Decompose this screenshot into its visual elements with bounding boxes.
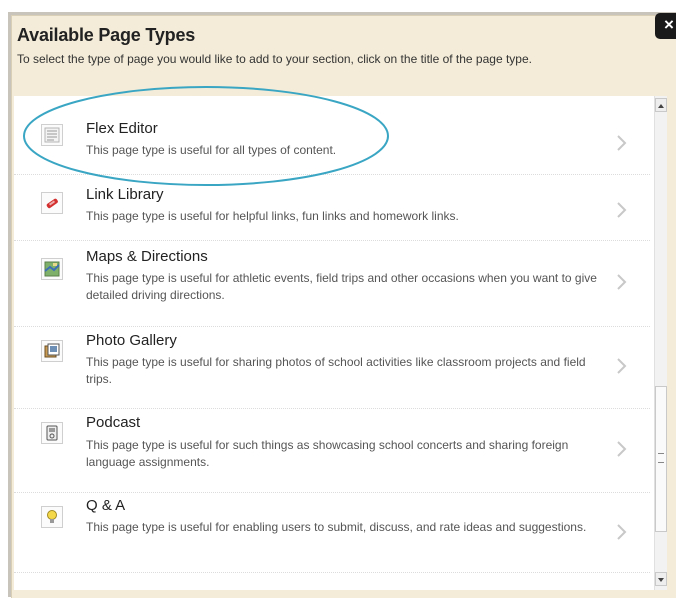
close-icon: × xyxy=(664,15,674,34)
podcast-player-icon xyxy=(41,422,63,444)
arrow-down-icon xyxy=(658,578,664,582)
page-type-description: This page type is useful for enabling us… xyxy=(86,520,587,534)
grip-icon xyxy=(658,453,664,463)
dialog-header: Available Page Types To select the type … xyxy=(17,25,657,66)
chevron-right-icon xyxy=(617,135,627,151)
page-type-description: This page type is useful for sharing pho… xyxy=(86,355,586,386)
page-type-title[interactable]: Q & A xyxy=(86,497,125,514)
page-type-description: This page type is useful for such things… xyxy=(86,438,569,469)
page-type-description: This page type is useful for helpful lin… xyxy=(86,209,459,223)
page-type-podcast[interactable]: Podcast This page type is useful for suc… xyxy=(14,408,650,493)
page-type-title[interactable]: Maps & Directions xyxy=(86,248,208,265)
page-type-title[interactable]: Podcast xyxy=(86,414,140,431)
red-link-icon xyxy=(41,192,63,214)
scrollbar-thumb[interactable] xyxy=(655,386,667,532)
page-type-description: This page type is useful for athletic ev… xyxy=(86,271,597,302)
dialog-title: Available Page Types xyxy=(17,25,196,45)
list-scrollbar[interactable] xyxy=(654,96,667,590)
arrow-up-icon xyxy=(658,104,664,108)
page-type-title[interactable]: Photo Gallery xyxy=(86,332,177,349)
scroll-down-button[interactable] xyxy=(655,572,667,586)
chevron-right-icon xyxy=(617,202,627,218)
highlight-annotation-ellipse xyxy=(23,86,389,186)
dialog-subtitle: To select the type of page you would lik… xyxy=(17,52,532,66)
page-type-maps-directions[interactable]: Maps & Directions This page type is usef… xyxy=(14,240,650,327)
lightbulb-icon xyxy=(41,506,63,528)
close-button[interactable]: × xyxy=(655,13,676,39)
photo-gallery-icon xyxy=(41,340,63,362)
chevron-right-icon xyxy=(617,274,627,290)
chevron-right-icon xyxy=(617,358,627,374)
page-type-q-and-a[interactable]: Q & A This page type is useful for enabl… xyxy=(14,492,650,573)
chevron-right-icon xyxy=(617,441,627,457)
map-icon xyxy=(41,258,63,280)
scroll-up-button[interactable] xyxy=(655,98,667,112)
page-type-photo-gallery[interactable]: Photo Gallery This page type is useful f… xyxy=(14,326,650,409)
chevron-right-icon xyxy=(617,524,627,540)
